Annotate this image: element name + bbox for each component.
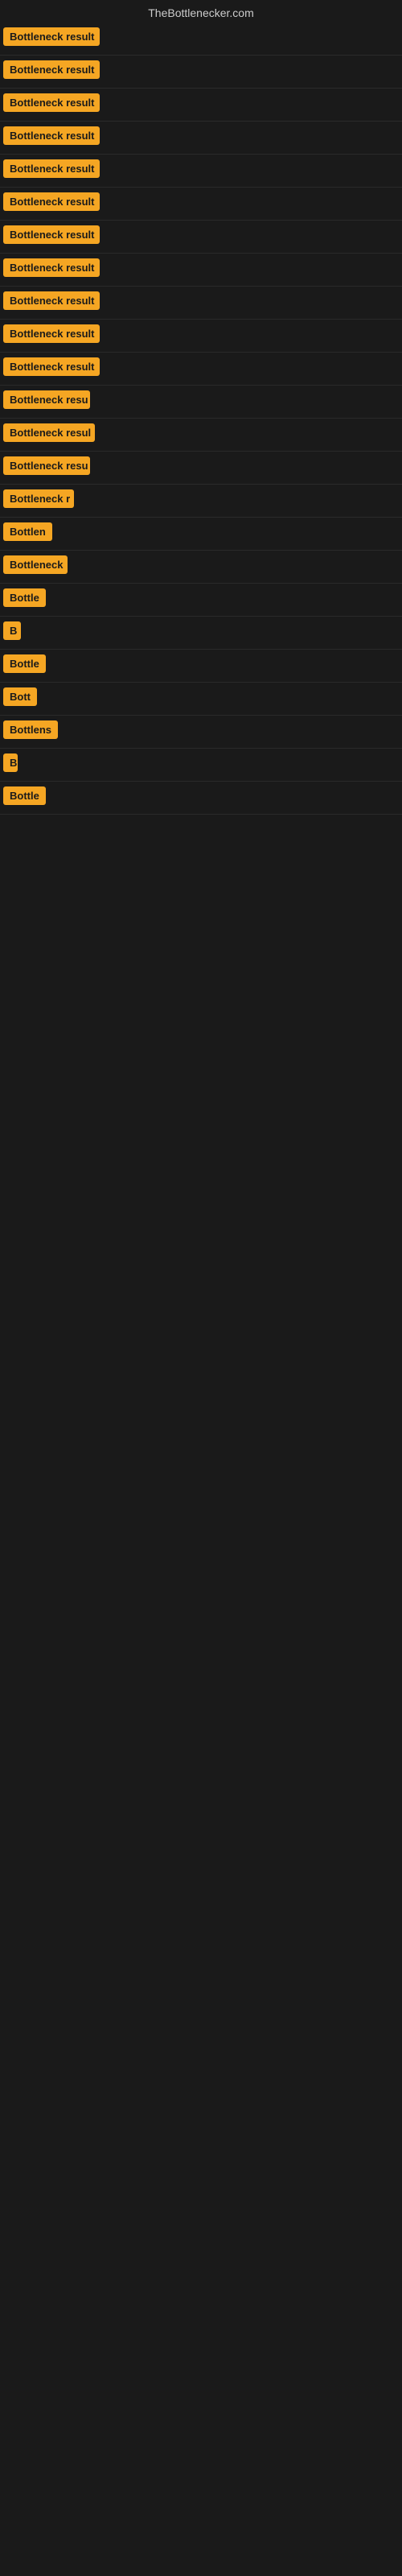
list-item: Bottleneck r xyxy=(0,485,402,518)
bottleneck-result-badge[interactable]: Bottleneck result xyxy=(3,291,100,310)
bottleneck-result-badge[interactable]: Bottleneck result xyxy=(3,258,100,277)
bottleneck-result-badge[interactable]: Bottleneck result xyxy=(3,93,100,112)
bottleneck-result-badge[interactable]: B xyxy=(3,621,21,640)
list-item: Bottleneck result xyxy=(0,23,402,56)
list-item: Bott xyxy=(0,683,402,716)
list-item: Bottleneck resu xyxy=(0,386,402,419)
bottleneck-result-badge[interactable]: Bottle xyxy=(3,588,46,607)
bottleneck-result-badge[interactable]: Bottleneck result xyxy=(3,126,100,145)
list-item: Bottleneck result xyxy=(0,188,402,221)
bottleneck-result-badge[interactable]: Bottleneck result xyxy=(3,192,100,211)
bottleneck-result-badge[interactable]: Bottleneck result xyxy=(3,27,100,46)
list-item: Bottleneck resu xyxy=(0,452,402,485)
bottleneck-result-badge[interactable]: Bottleneck result xyxy=(3,357,100,376)
list-item: Bottle xyxy=(0,584,402,617)
list-item: B xyxy=(0,617,402,650)
list-item: B xyxy=(0,749,402,782)
bottleneck-result-badge[interactable]: Bottleneck resu xyxy=(3,390,90,409)
bottleneck-result-badge[interactable]: Bottleneck resu xyxy=(3,456,90,475)
list-item: Bottleneck result xyxy=(0,221,402,254)
list-item: Bottleneck result xyxy=(0,353,402,386)
list-item: Bottleneck result xyxy=(0,89,402,122)
bottleneck-result-badge[interactable]: Bottleneck result xyxy=(3,324,100,343)
bottleneck-result-badge[interactable]: Bottleneck result xyxy=(3,60,100,79)
list-item: Bottle xyxy=(0,650,402,683)
list-item: Bottleneck result xyxy=(0,254,402,287)
site-title: TheBottlenecker.com xyxy=(0,0,402,23)
list-item: Bottleneck result xyxy=(0,56,402,89)
bottleneck-result-badge[interactable]: Bottleneck r xyxy=(3,489,74,508)
list-item: Bottle xyxy=(0,782,402,815)
list-item: Bottleneck resul xyxy=(0,419,402,452)
bottleneck-result-badge[interactable]: B xyxy=(3,753,18,772)
list-item: Bottleneck xyxy=(0,551,402,584)
list-item: Bottleneck result xyxy=(0,320,402,353)
list-item: Bottleneck result xyxy=(0,287,402,320)
bottleneck-result-badge[interactable]: Bottleneck result xyxy=(3,225,100,244)
bottleneck-result-badge[interactable]: Bottle xyxy=(3,786,46,805)
list-item: Bottlens xyxy=(0,716,402,749)
bottleneck-result-badge[interactable]: Bottle xyxy=(3,654,46,673)
bottleneck-result-badge[interactable]: Bottleneck xyxy=(3,555,68,574)
list-item: Bottleneck result xyxy=(0,122,402,155)
bottleneck-result-badge[interactable]: Bott xyxy=(3,687,37,706)
list-item: Bottlen xyxy=(0,518,402,551)
list-item: Bottleneck result xyxy=(0,155,402,188)
bottleneck-result-badge[interactable]: Bottleneck result xyxy=(3,159,100,178)
bottleneck-result-badge[interactable]: Bottlens xyxy=(3,720,58,739)
bottleneck-result-badge[interactable]: Bottlen xyxy=(3,522,52,541)
bottleneck-result-badge[interactable]: Bottleneck resul xyxy=(3,423,95,442)
